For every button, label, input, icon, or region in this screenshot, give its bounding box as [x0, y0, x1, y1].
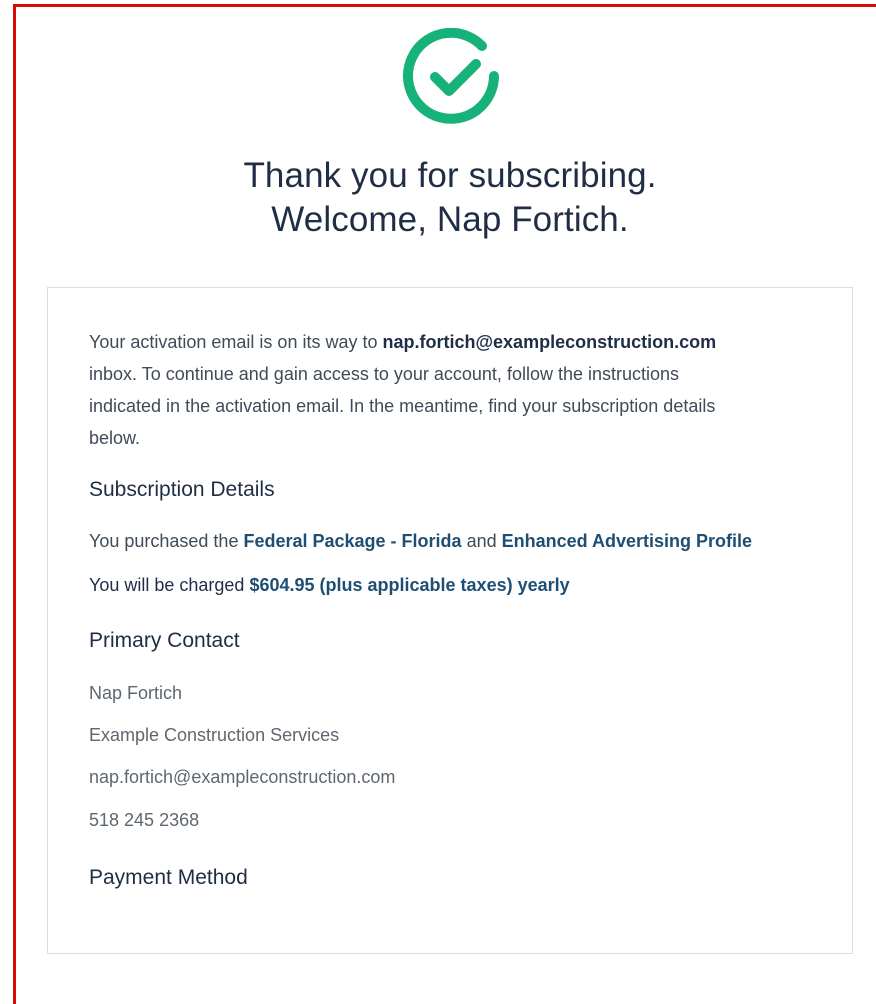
contact-company: Example Construction Services [89, 725, 340, 745]
purchase-prefix: You purchased the [89, 531, 244, 551]
contact-name: Nap Fortich [89, 683, 183, 703]
activation-message-line-2: inbox. To continue and gain access to yo… [89, 364, 680, 384]
primary-contact-title: Primary Contact [89, 629, 240, 652]
activation-message-line-4: below. [89, 428, 141, 448]
addon-name: Enhanced Advertising Profile [501, 531, 752, 551]
contact-phone: 518 245 2368 [89, 810, 200, 830]
title-line-welcome: Welcome, Nap Fortich. [271, 200, 629, 239]
activation-message-line-3: indicated in the activation email. In th… [89, 396, 716, 416]
purchase-and: and [461, 531, 502, 551]
check-circle-icon [403, 28, 499, 124]
charge-prefix: You will be charged [89, 575, 250, 595]
charge-amount: $604.95 (plus applicable taxes) yearly [249, 575, 570, 595]
activation-message-prefix: Your activation email is on its way to [89, 332, 383, 352]
charge-summary: You will be charged $604.95 (plus applic… [89, 575, 570, 596]
purchase-summary: You purchased the Federal Package - Flor… [89, 531, 752, 552]
package-name: Federal Package - Florida [243, 531, 462, 551]
title-line-thanks: Thank you for subscribing. [243, 156, 657, 195]
payment-method-title: Payment Method [89, 866, 248, 889]
activation-email: nap.fortich@exampleconstruction.com [382, 332, 717, 352]
page-title: Thank you for subscribing. Welcome, Nap … [0, 154, 876, 242]
activation-message: Your activation email is on its way to n… [89, 326, 819, 454]
contact-email: nap.fortich@exampleconstruction.com [89, 767, 396, 787]
subscription-details-title: Subscription Details [89, 478, 275, 501]
